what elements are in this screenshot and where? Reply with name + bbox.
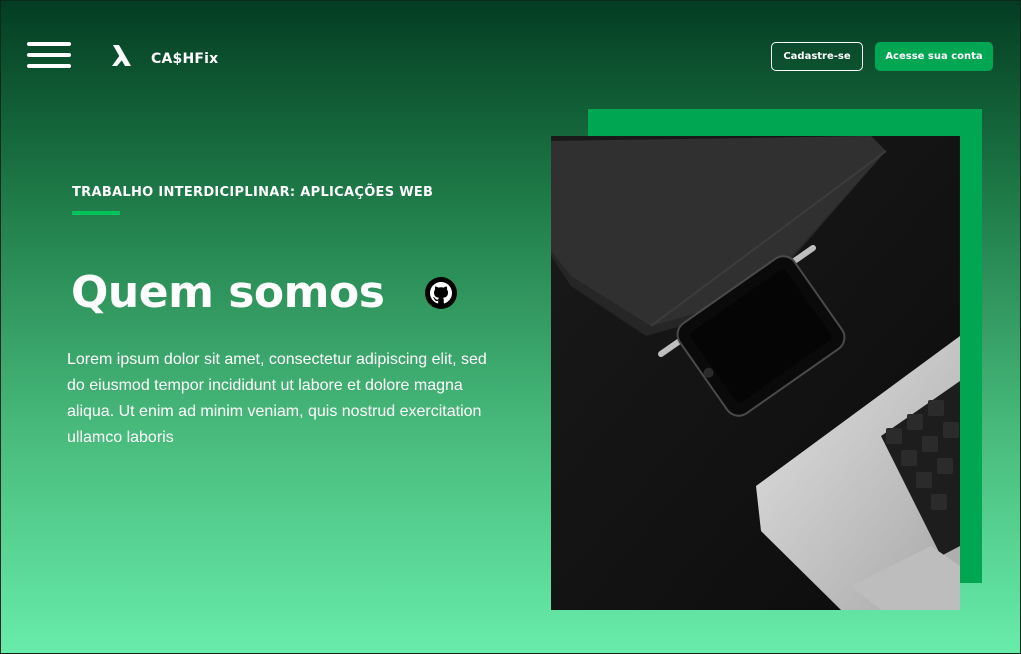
page-title: Quem somos	[71, 267, 385, 318]
signup-button[interactable]: Cadastre-se	[771, 42, 863, 71]
hero-image	[551, 136, 960, 610]
menu-bar	[27, 64, 71, 68]
landing-page: CA$HFix Cadastre-se Acesse sua conta TRA…	[0, 0, 1021, 654]
hero-description: Lorem ipsum dolor sit amet, consectetur …	[67, 351, 487, 446]
section-eyebrow: TRABALHO INTERDICIPLINAR: APLICAÇÕES WEB	[72, 185, 434, 200]
eyebrow-underline	[72, 211, 120, 215]
github-icon[interactable]	[425, 277, 457, 309]
brand-name[interactable]: CA$HFix	[151, 51, 218, 67]
menu-bar	[27, 53, 71, 57]
menu-bar	[27, 42, 71, 46]
hamburger-menu-icon[interactable]	[27, 42, 71, 68]
login-button[interactable]: Acesse sua conta	[875, 42, 993, 71]
cashfix-logo-icon[interactable]	[111, 45, 133, 67]
